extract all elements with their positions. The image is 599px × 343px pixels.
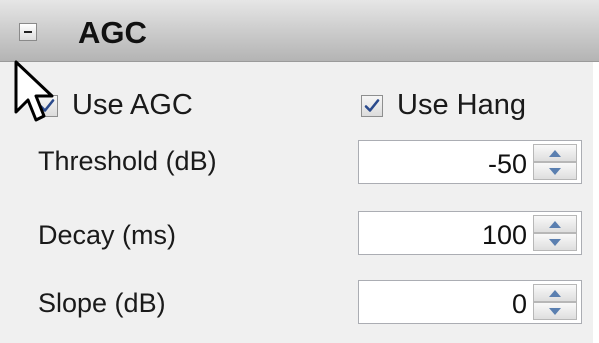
- agc-panel: AGC Use AGC Use Hang Threshold (dB) -50: [0, 0, 599, 343]
- slope-spin-up-button[interactable]: [533, 284, 577, 302]
- triangle-up-icon: [549, 149, 561, 157]
- threshold-input[interactable]: -50: [358, 140, 582, 184]
- decay-input[interactable]: 100: [358, 211, 582, 255]
- triangle-down-icon: [549, 238, 561, 246]
- threshold-spin-down-button[interactable]: [533, 162, 577, 180]
- use-hang-label: Use Hang: [397, 89, 526, 121]
- slope-spinner[interactable]: [533, 284, 577, 320]
- threshold-label: Threshold (dB): [38, 146, 217, 176]
- triangle-down-icon: [549, 167, 561, 175]
- collapse-icon[interactable]: [19, 23, 37, 41]
- use-hang-checkbox[interactable]: [361, 94, 383, 117]
- slope-input[interactable]: 0: [358, 280, 582, 324]
- decay-label: Decay (ms): [38, 220, 177, 250]
- decay-spinner[interactable]: [533, 215, 577, 251]
- decay-spin-down-button[interactable]: [533, 233, 577, 251]
- slope-spin-down-button[interactable]: [533, 302, 577, 320]
- checkmark-icon: [364, 98, 380, 112]
- threshold-spin-up-button[interactable]: [533, 144, 577, 162]
- use-agc-checkbox-row[interactable]: Use AGC: [36, 89, 193, 122]
- threshold-spinner[interactable]: [533, 144, 577, 180]
- section-header[interactable]: AGC: [0, 0, 599, 62]
- use-agc-label: Use AGC: [72, 89, 193, 121]
- threshold-value[interactable]: -50: [488, 149, 527, 180]
- mouse-pointer-icon: [14, 60, 54, 122]
- use-hang-checkbox-row[interactable]: Use Hang: [361, 89, 526, 122]
- decay-spin-up-button[interactable]: [533, 215, 577, 233]
- section-title: AGC: [78, 15, 147, 50]
- decay-value[interactable]: 100: [482, 220, 527, 251]
- slope-value[interactable]: 0: [512, 289, 527, 320]
- triangle-up-icon: [549, 289, 561, 297]
- triangle-down-icon: [549, 307, 561, 315]
- slope-label: Slope (dB): [38, 288, 166, 318]
- triangle-up-icon: [549, 220, 561, 228]
